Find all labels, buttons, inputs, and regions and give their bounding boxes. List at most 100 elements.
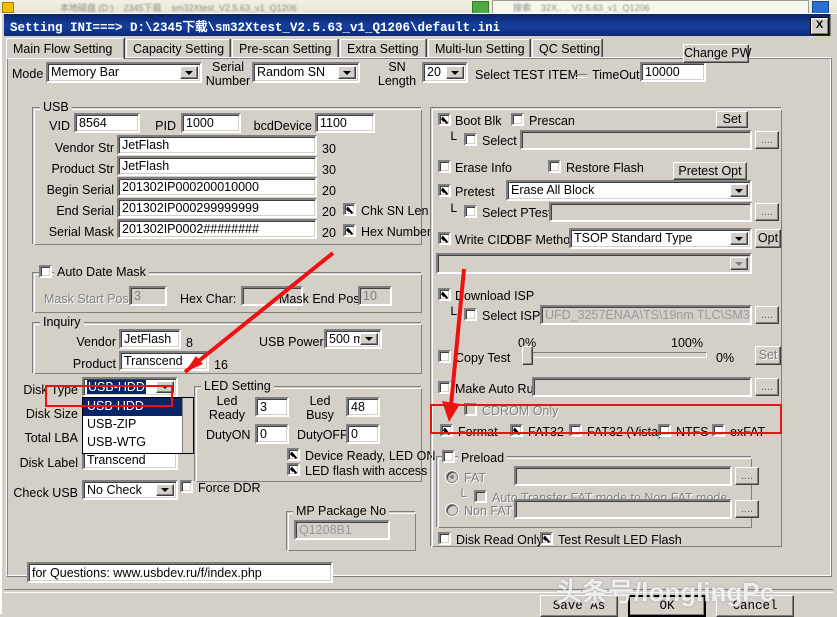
dropdown-option-usb-wtg[interactable]: USB-WTG [83,434,193,452]
tree-branch-icon: L [450,130,458,144]
title-bar[interactable]: Setting INI===> D:\2345下载\sm32Xtest_V2.5… [4,14,833,36]
chevron-down-icon[interactable] [730,232,748,245]
write-cid-label: Write CID [455,233,509,247]
copy-test-checkbox[interactable] [438,350,451,363]
select-isp-browse-button[interactable]: .... [755,306,779,324]
force-ddr-checkbox[interactable] [180,480,193,493]
dropdown-scrollbar[interactable] [182,398,193,453]
disk-type-label: Disk Type [18,383,78,397]
duty-off-input[interactable]: 0 [346,424,380,444]
pid-input[interactable]: 1000 [181,113,241,133]
chevron-down-icon[interactable] [730,184,748,197]
mask-end-pos-input: 10 [358,286,392,306]
led-ready-input[interactable]: 3 [255,397,289,417]
pretest-combobox[interactable]: Erase All Block [506,180,752,201]
inquiry-vendor-input[interactable]: JetFlash [119,329,181,349]
vid-label: VID [38,119,70,133]
disk-type-dropdown-list[interactable]: USB-HDD USB-ZIP USB-WTG [82,397,194,454]
dropdown-option-usb-zip[interactable]: USB-ZIP [83,416,193,434]
led-busy-input[interactable]: 48 [346,397,380,417]
led-flash-with-access-checkbox[interactable] [287,463,300,476]
slider-thumb[interactable] [522,346,533,365]
chevron-down-icon[interactable] [730,257,748,270]
chk-sn-len-checkbox[interactable] [343,203,356,216]
non-fat-radio [446,504,458,516]
hex-number-checkbox[interactable] [343,224,356,237]
pretest-opt-button[interactable]: Pretest Opt [673,162,747,180]
non-fat-browse-button[interactable]: .... [735,500,759,518]
dbf-method-combobox[interactable]: TSOP Standard Type [569,228,752,249]
write-cid-checkbox[interactable] [438,232,451,245]
boot-blk-select-label: Select [482,134,517,148]
make-auto-run-browse-button[interactable]: .... [755,378,779,396]
select-ptest-checkbox[interactable] [464,205,477,218]
end-serial-input[interactable]: 201302IP000299999999 [117,198,317,218]
disk-type-value: USB-HDD [87,380,146,394]
tab-extra-setting[interactable]: Extra Setting [340,39,426,58]
tree-branch-icon: L [450,202,458,216]
cdrom-only-checkbox [464,403,477,416]
pretest-checkbox[interactable] [438,184,451,197]
duty-on-input[interactable]: 0 [255,424,289,444]
fat-browse-button[interactable]: .... [735,467,759,485]
usb-power-combobox[interactable]: 500 mA [324,329,382,349]
sn-length-combobox[interactable]: 20 [422,62,468,83]
preload-checkbox[interactable] [442,450,455,463]
disk-type-combobox[interactable]: USB-HDD [82,377,178,397]
chevron-down-icon[interactable] [180,66,198,79]
erase-info-checkbox[interactable] [438,160,451,173]
disk-read-only-checkbox[interactable] [438,532,451,545]
dbf-opt-button[interactable]: Opt [755,229,781,248]
tab-pre-scan-setting[interactable]: Pre-scan Setting [232,39,338,58]
dbf-sub-combobox[interactable] [436,253,752,274]
boot-blk-browse-button[interactable]: .... [755,131,779,149]
close-button[interactable]: X [810,17,829,35]
chevron-down-icon[interactable] [360,333,378,345]
select-isp-checkbox[interactable] [464,308,477,321]
begin-serial-input[interactable]: 201302IP000200010000 [117,177,317,197]
fat32-checkbox[interactable] [510,424,523,437]
exfat-checkbox[interactable] [712,424,725,437]
dropdown-option-usb-hdd[interactable]: USB-HDD [83,398,193,416]
boot-blk-checkbox[interactable] [438,113,451,126]
serial-number-combobox[interactable]: Random SN [252,62,360,83]
timeout-input[interactable]: 10000 [640,62,706,82]
inquiry-product-input[interactable]: Transcend [119,351,209,371]
change-pw-button[interactable]: Change PW [683,44,749,63]
restore-flash-checkbox[interactable] [548,160,561,173]
end-serial-length: 20 [322,205,336,219]
product-str-input[interactable]: JetFlash [117,156,317,176]
copy-test-slider[interactable] [522,345,707,365]
tab-main-flow-setting[interactable]: Main Flow Setting [6,38,124,59]
chevron-down-icon[interactable] [156,484,174,496]
boot-blk-set-button[interactable]: Set [716,111,748,128]
device-ready-led-on-label: Device Ready, LED ON [305,449,435,463]
chevron-down-icon[interactable] [338,66,356,79]
chevron-down-icon[interactable] [156,381,174,393]
usb-group-title: USB [40,101,72,114]
ntfs-checkbox[interactable] [658,424,671,437]
serial-mask-input[interactable]: 201302IP0002######## [117,219,317,239]
auto-date-mask-checkbox[interactable] [39,265,52,278]
test-result-led-flash-checkbox[interactable] [540,532,553,545]
device-ready-led-on-checkbox[interactable] [287,448,300,461]
fat32-vista-checkbox[interactable] [569,424,582,437]
tab-qc-setting[interactable]: QC Setting [532,39,602,58]
format-checkbox[interactable] [440,424,453,437]
make-auto-run-checkbox[interactable] [438,381,451,394]
vid-input[interactable]: 8564 [74,113,140,133]
check-usb-combobox[interactable]: No Check [82,480,178,500]
questions-input[interactable]: for Questions: www.usbdev.ru/f/index.php [27,562,333,583]
chevron-down-icon[interactable] [446,66,464,79]
background-window: 搜索 32X.. .. V2.5.63_v1_Q1206 [492,0,809,14]
tab-capacity-setting[interactable]: Capacity Setting [126,39,230,58]
download-isp-checkbox[interactable] [438,288,451,301]
bcddevice-input[interactable]: 1100 [315,113,375,133]
boot-blk-select-checkbox[interactable] [464,133,477,146]
ntfs-label: NTFS [676,425,709,439]
select-ptest-browse-button[interactable]: .... [755,203,779,221]
prescan-checkbox[interactable] [511,113,524,126]
mode-combobox[interactable]: Memory Bar [46,62,202,83]
tab-multi-lun-setting[interactable]: Multi-lun Setting [428,39,530,58]
vendor-str-input[interactable]: JetFlash [117,135,317,155]
